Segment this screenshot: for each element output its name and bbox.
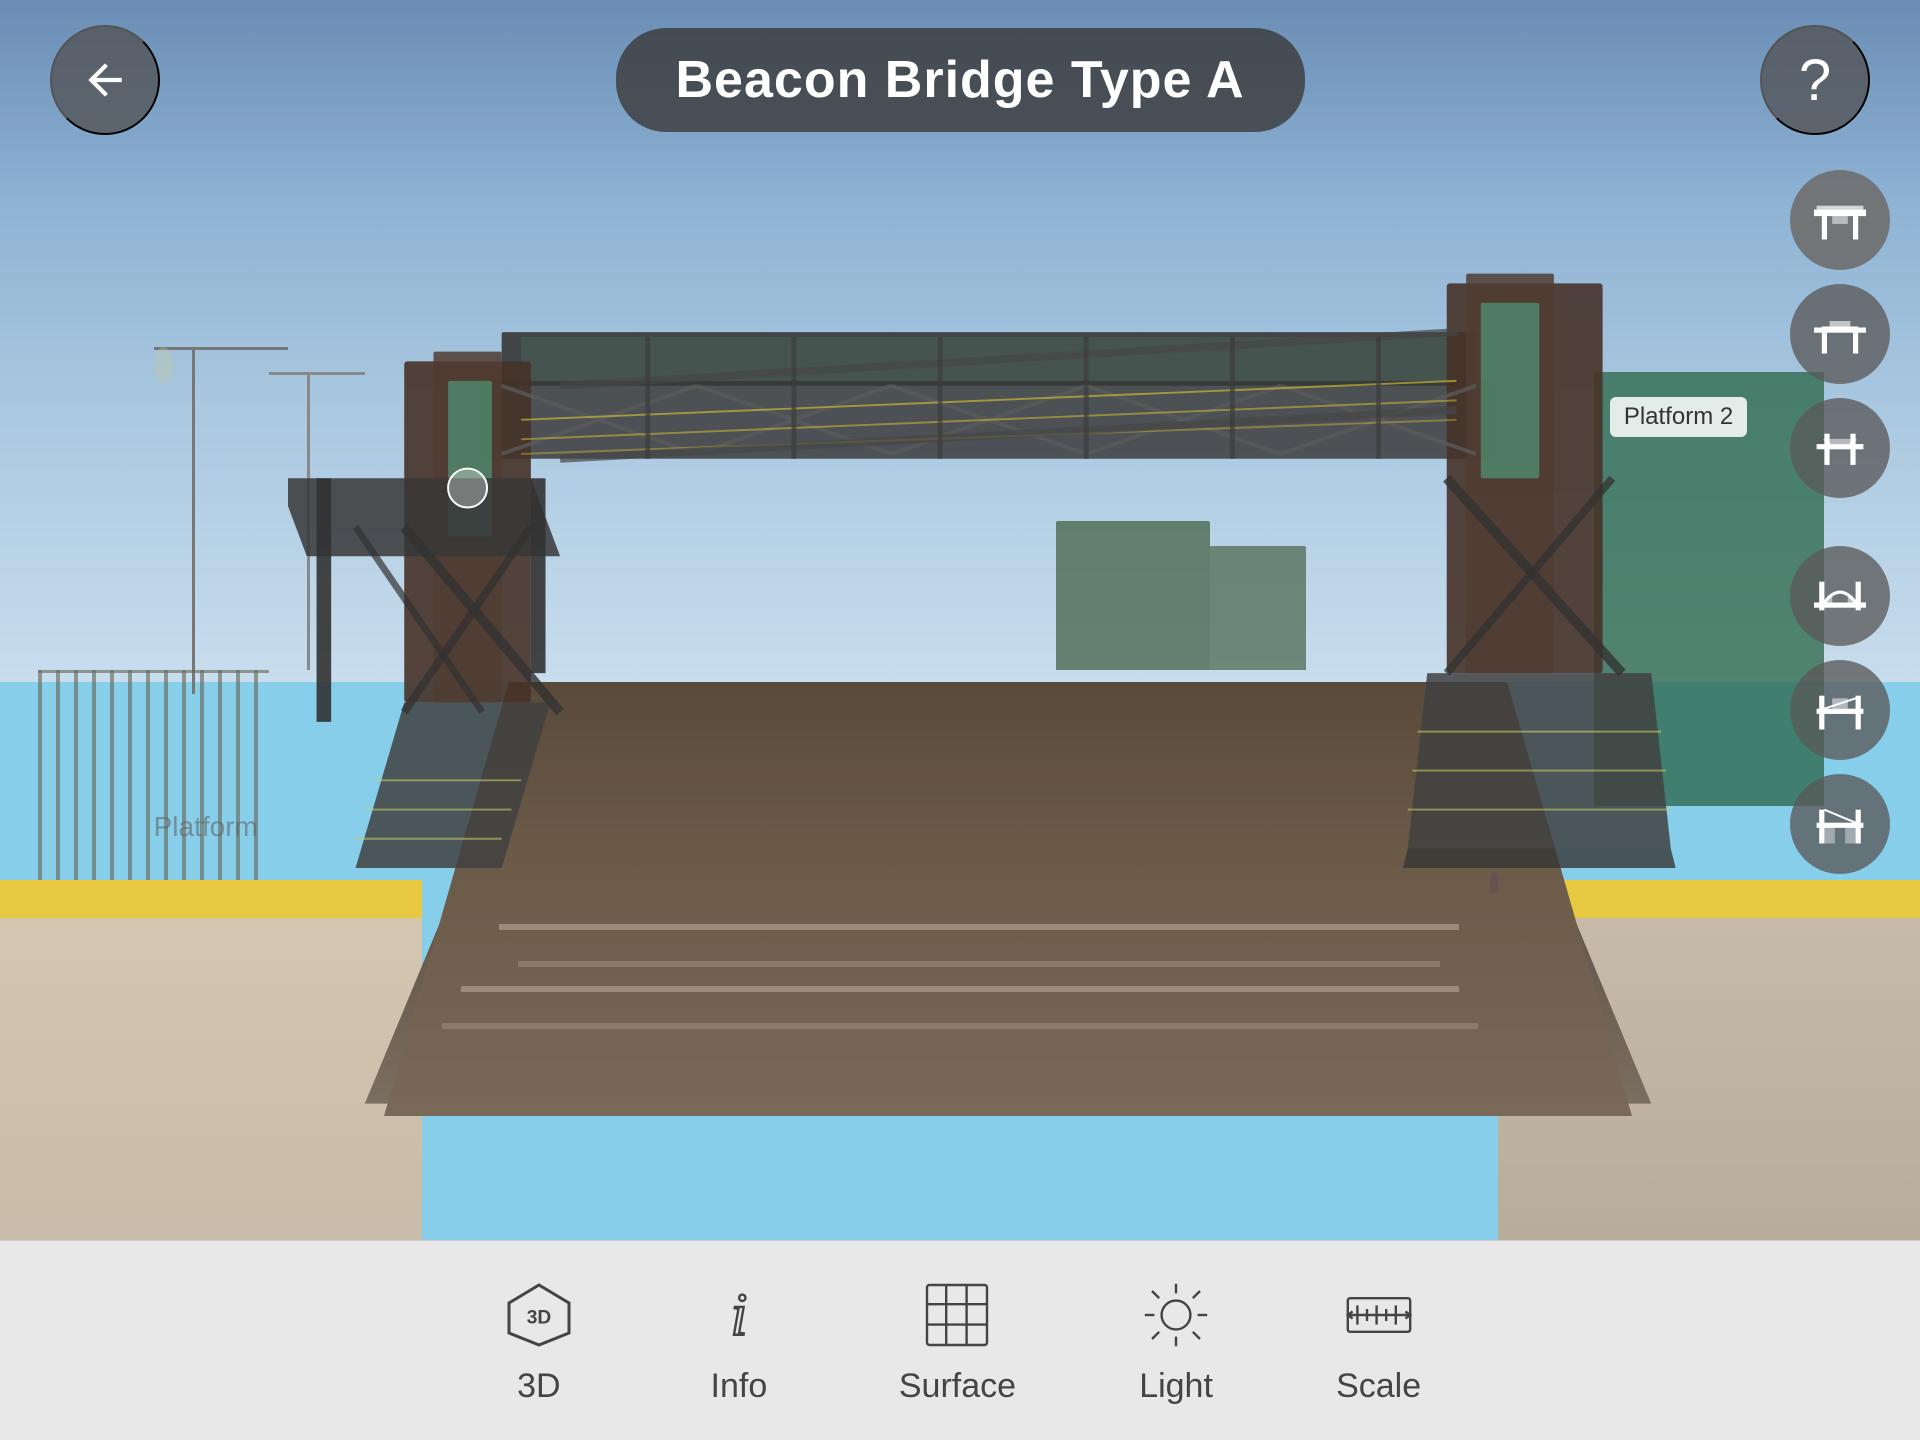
3d-label: 3D: [517, 1367, 560, 1406]
fence-left: [38, 670, 268, 893]
scale-icon: [1343, 1279, 1415, 1351]
rail-left: [460, 986, 1459, 992]
info-icon: i: [703, 1279, 775, 1351]
bg-building: [1056, 521, 1210, 670]
light-label: Light: [1139, 1367, 1213, 1406]
street-light-left2: [307, 372, 310, 670]
bridge-simple-icon: [1814, 684, 1866, 736]
back-arrow-icon: [80, 55, 130, 105]
toolbar-spacer: [1790, 512, 1890, 532]
right-toolbar: [1790, 170, 1890, 874]
bridge-medium-icon: [1814, 308, 1866, 360]
light-icon: [1140, 1279, 1212, 1351]
bridge-type-6-button[interactable]: [1790, 774, 1890, 874]
street-light-arm-left: [154, 347, 288, 350]
platform-left: [0, 880, 422, 1240]
app-container: Platform: [0, 0, 1920, 1440]
rail-right: [499, 924, 1459, 930]
back-button[interactable]: [50, 25, 160, 135]
bottom-toolbar: 3D 3D i Info: [0, 1240, 1920, 1440]
info-label: Info: [711, 1367, 768, 1406]
bridge-type-5-button[interactable]: [1790, 660, 1890, 760]
svg-text:3D: 3D: [527, 1308, 552, 1329]
bridge-type-2-button[interactable]: [1790, 284, 1890, 384]
person-figure: [1490, 871, 1498, 893]
cube-3d-icon: 3D: [503, 1279, 575, 1351]
bg-building-2: [1210, 546, 1306, 670]
scale-icon-container: [1339, 1275, 1419, 1355]
bridge-full-icon: [1814, 194, 1866, 246]
bridge-narrow-icon: [1814, 422, 1866, 474]
bridge-basic-icon: [1814, 798, 1866, 850]
info-button[interactable]: i Info: [699, 1275, 779, 1406]
street-light-arm-left2: [269, 372, 365, 375]
platform-edge-left: [0, 880, 422, 917]
light-button[interactable]: Light: [1136, 1275, 1216, 1406]
street-light-left: [192, 347, 195, 694]
3d-icon-container: 3D: [499, 1275, 579, 1355]
street-light-globe-left: [154, 347, 173, 384]
surface-icon-container: [917, 1275, 997, 1355]
surface-icon: [921, 1279, 993, 1351]
help-button[interactable]: ?: [1760, 25, 1870, 135]
rail-right2: [518, 961, 1440, 967]
tracks-area: [384, 682, 1632, 1116]
bridge-type-3-button[interactable]: [1790, 398, 1890, 498]
3d-button[interactable]: 3D 3D: [499, 1275, 579, 1406]
info-icon-container: i: [699, 1275, 779, 1355]
platform2-label: Platform 2: [1610, 397, 1747, 437]
light-icon-container: [1136, 1275, 1216, 1355]
scale-label: Scale: [1336, 1367, 1421, 1406]
platform-edge-right: [1536, 880, 1920, 917]
ar-viewport: Platform: [0, 0, 1920, 1240]
svg-text:i: i: [731, 1282, 748, 1348]
surface-label: Surface: [899, 1367, 1016, 1406]
surface-button[interactable]: Surface: [899, 1275, 1016, 1406]
bridge-type-4-button[interactable]: [1790, 546, 1890, 646]
bridge-arch-icon: [1814, 570, 1866, 622]
scale-button[interactable]: Scale: [1336, 1275, 1421, 1406]
bridge-type-1-button[interactable]: [1790, 170, 1890, 270]
rail-left2: [442, 1023, 1479, 1029]
platform-left-label: Platform: [154, 811, 258, 843]
question-mark-icon: ?: [1799, 47, 1831, 114]
